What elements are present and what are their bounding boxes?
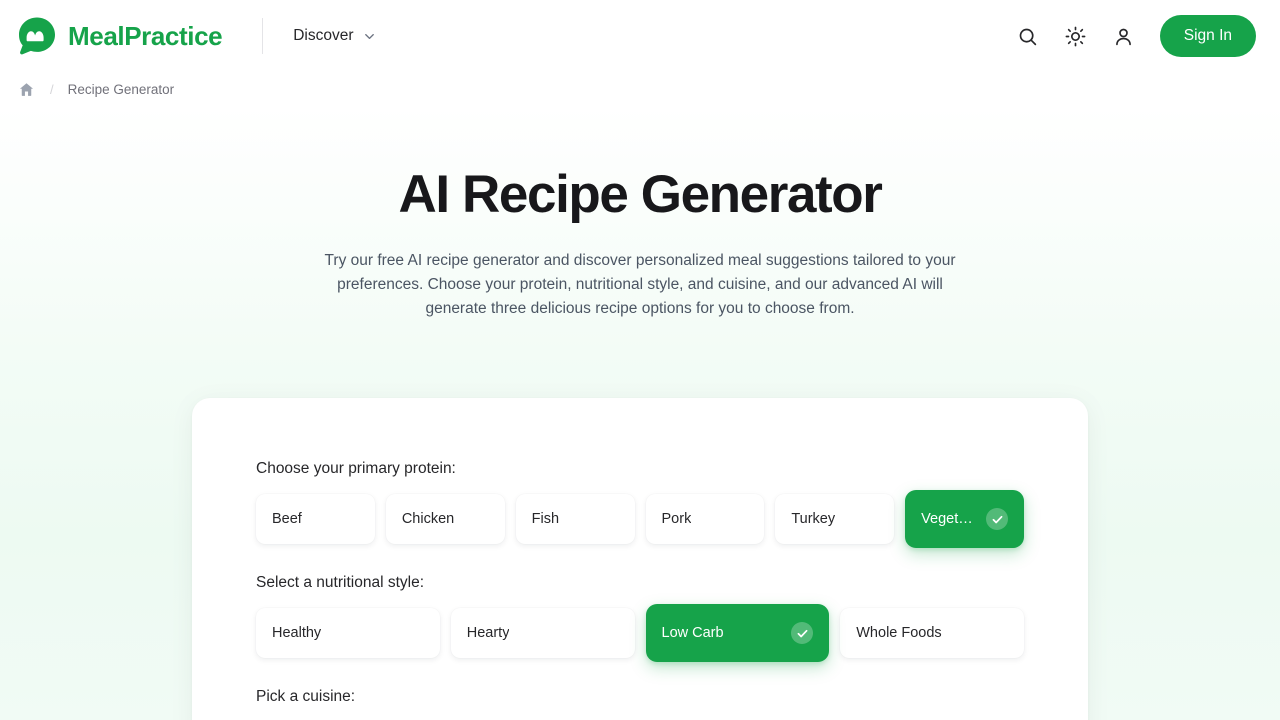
chip-turkey[interactable]: Turkey	[775, 494, 895, 544]
theme-toggle-button[interactable]	[1052, 12, 1100, 60]
chip-label: Chicken	[401, 511, 455, 527]
chip-label: Fish	[531, 511, 560, 527]
brand-logo-link[interactable]: MealPractice	[16, 15, 232, 57]
chip-whole-foods[interactable]: Whole Foods	[840, 608, 1024, 658]
page-root: MealPractice Discover Sign In / Recipe G…	[0, 0, 1280, 720]
nav-discover-label: Discover	[293, 27, 354, 44]
chevron-down-icon	[365, 33, 375, 39]
chip-label: Turkey	[791, 511, 836, 527]
nutrition-label: Select a nutritional style:	[256, 574, 425, 591]
chip-chicken[interactable]: Chicken	[385, 494, 505, 544]
chip-hearty[interactable]: Hearty	[450, 608, 635, 658]
chip-label: Hearty	[466, 625, 510, 641]
home-icon	[19, 82, 33, 96]
chip-label: Beef	[272, 511, 302, 527]
protein-label: Choose your primary protein:	[256, 460, 456, 477]
user-icon	[1116, 28, 1132, 45]
cuisine-label: Pick a cuisine:	[256, 688, 356, 705]
recipe-generator-card: Choose your primary protein: Beef Chicken…	[192, 398, 1088, 720]
check-icon	[992, 515, 1002, 523]
nutrition-options: Healthy Hearty Low Carb Whole Foods	[256, 604, 1024, 662]
cuisine-field: Pick a cuisine:	[256, 688, 1024, 720]
account-button[interactable]	[1100, 12, 1148, 60]
chip-label: Whole Foods	[856, 625, 942, 641]
chip-label: Low Carb	[661, 625, 724, 641]
chip-label: Healthy	[272, 625, 322, 641]
chip-healthy[interactable]: Healthy	[256, 608, 440, 658]
search-icon	[1019, 28, 1037, 45]
selected-check-badge	[986, 508, 1008, 530]
protein-options: Beef Chicken Fish Pork Turkey Vegetarian	[256, 490, 1024, 548]
breadcrumb: / Recipe Generator	[0, 72, 1280, 106]
check-icon	[797, 629, 808, 637]
search-button[interactable]	[1004, 12, 1052, 60]
nav-discover[interactable]: Discover	[289, 19, 381, 53]
header-actions: Sign In	[1004, 12, 1256, 60]
hero-section: AI Recipe Generator Try our free AI reci…	[0, 107, 1280, 321]
mealpractice-logo-icon	[19, 17, 55, 55]
nutrition-field: Select a nutritional style: Healthy Heart…	[256, 574, 1024, 662]
page-title: AI Recipe Generator	[398, 165, 883, 224]
chip-low-carb[interactable]: Low Carb	[645, 604, 830, 662]
breadcrumb-current: Recipe Generator	[67, 81, 175, 97]
protein-field: Choose your primary protein: Beef Chicken…	[256, 460, 1024, 548]
sun-icon	[1065, 26, 1086, 46]
page-body: AI Recipe Generator Try our free AI reci…	[0, 106, 1280, 720]
breadcrumb-separator: /	[50, 81, 54, 97]
chip-label: Vegetarian	[921, 511, 980, 527]
chip-pork[interactable]: Pork	[645, 494, 765, 544]
page-description: Try our free AI recipe generator and dis…	[324, 252, 956, 318]
selected-check-badge	[791, 622, 814, 644]
site-header: MealPractice Discover Sign In	[0, 0, 1280, 72]
chip-fish[interactable]: Fish	[515, 494, 635, 544]
breadcrumb-home-link[interactable]	[16, 79, 36, 99]
sign-in-button[interactable]: Sign In	[1159, 15, 1256, 57]
brand-name: MealPractice	[68, 20, 223, 51]
chip-label: Pork	[661, 511, 692, 527]
chip-vegetarian[interactable]: Vegetarian	[905, 490, 1024, 548]
header-divider	[262, 18, 264, 54]
chip-beef[interactable]: Beef	[256, 494, 375, 544]
